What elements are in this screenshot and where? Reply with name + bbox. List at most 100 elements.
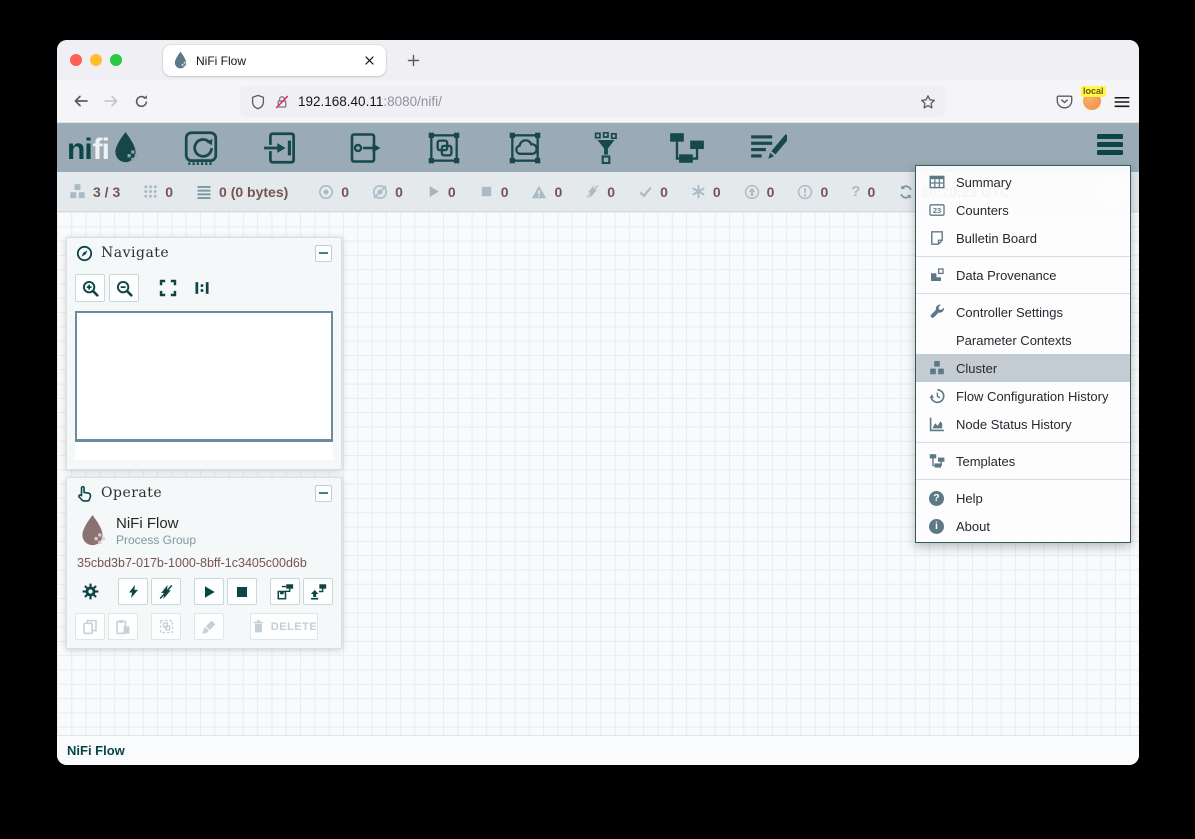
upload-template-button[interactable] (303, 578, 333, 605)
insecure-lock-icon[interactable] (274, 94, 290, 110)
menu-item-cluster[interactable]: Cluster (916, 354, 1130, 382)
template-component[interactable] (667, 130, 707, 166)
transmitting-status: 0 (318, 184, 349, 200)
plus-icon (406, 53, 421, 68)
save-template-button[interactable] (270, 578, 300, 605)
menu-label: Cluster (956, 361, 997, 376)
label-icon (749, 130, 787, 166)
active-threads-status: 0 (143, 184, 173, 200)
input-port-component[interactable] (262, 130, 302, 166)
component-id: 35cbd3b7-017b-1000-8bff-1c3405c00d6b (67, 548, 341, 570)
profile-avatar[interactable]: local (1083, 92, 1103, 112)
menu-divider (916, 442, 1130, 443)
birdseye-brush[interactable] (75, 442, 333, 460)
menu-item-counters[interactable]: Counters (916, 196, 1130, 224)
menu-item-help[interactable]: ? Help (916, 484, 1130, 512)
configure-button[interactable] (75, 578, 105, 605)
label-component[interactable] (748, 130, 788, 166)
menu-item-templates[interactable]: Templates (916, 447, 1130, 475)
breadcrumb-root[interactable]: NiFi Flow (67, 743, 125, 758)
stop-button[interactable] (227, 578, 257, 605)
menu-item-node-status-history[interactable]: Node Status History (916, 410, 1130, 438)
process-group-drop-icon (79, 514, 106, 548)
enable-button[interactable] (118, 578, 148, 605)
new-tab-button[interactable] (401, 48, 425, 72)
change-color-button[interactable] (194, 613, 224, 640)
connected-nodes-status: 3 / 3 (69, 183, 120, 200)
process-group-component[interactable] (424, 130, 464, 166)
sync-failure-status: ? 0 (851, 184, 875, 200)
funnel-component[interactable] (586, 130, 626, 166)
menu-item-flow-configuration-history[interactable]: Flow Configuration History (916, 382, 1130, 410)
operate-title: Operate (101, 485, 307, 501)
operate-header[interactable]: Operate (67, 478, 341, 508)
group-button[interactable] (151, 613, 181, 640)
navigate-header[interactable]: Navigate (67, 238, 341, 268)
up-to-date-count: 0 (660, 184, 668, 200)
disabled-bolt-slash-icon (585, 184, 600, 199)
reload-button[interactable] (126, 86, 156, 116)
zoom-in-button[interactable] (75, 274, 105, 302)
menu-item-bulletin-board[interactable]: Bulletin Board (916, 224, 1130, 252)
history-icon (929, 388, 945, 404)
not-transmitting-status: 0 (372, 184, 403, 200)
firefox-menu-icon[interactable] (1113, 93, 1131, 111)
navigate-palette: Navigate (66, 237, 342, 470)
menu-item-summary[interactable]: Summary (916, 168, 1130, 196)
copy-button[interactable] (75, 613, 105, 640)
chart-icon (929, 416, 945, 432)
forward-button[interactable] (96, 86, 126, 116)
bolt-icon (126, 584, 141, 599)
paste-button[interactable] (108, 613, 138, 640)
disable-button[interactable] (151, 578, 181, 605)
queued-list-icon (196, 184, 212, 200)
process-group-icon (425, 130, 463, 166)
tab-close-icon[interactable] (363, 54, 376, 67)
menu-label: Data Provenance (956, 268, 1056, 283)
zoom-out-button[interactable] (109, 274, 139, 302)
url-path: :8080/nifi/ (383, 94, 442, 109)
paste-icon (115, 619, 131, 635)
browser-tab[interactable]: NiFi Flow (163, 45, 386, 76)
refresh-icon[interactable] (898, 184, 914, 200)
minus-icon (319, 252, 328, 254)
minimize-window-button[interactable] (90, 54, 102, 66)
pocket-icon[interactable] (1056, 93, 1073, 110)
tracking-shield-icon[interactable] (250, 94, 266, 110)
remote-process-group-component[interactable] (505, 130, 545, 166)
start-button[interactable] (194, 578, 224, 605)
stopped-square-icon (479, 184, 494, 199)
start-play-icon (201, 584, 217, 600)
url-text[interactable]: 192.168.40.11:8080/nifi/ (298, 94, 912, 109)
global-menu-button[interactable] (1097, 134, 1123, 155)
menu-item-about[interactable]: i About (916, 512, 1130, 540)
back-button[interactable] (66, 86, 96, 116)
upload-template-icon (310, 583, 327, 600)
bulletin-icon (929, 230, 945, 246)
operate-collapse-button[interactable] (315, 485, 332, 502)
url-bar[interactable]: 192.168.40.11:8080/nifi/ (240, 86, 946, 117)
delete-button[interactable]: DELETE (250, 613, 318, 640)
logo-text-fi: fi (93, 135, 109, 165)
close-window-button[interactable] (70, 54, 82, 66)
menu-divider (916, 293, 1130, 294)
back-arrow-icon (73, 93, 89, 109)
bookmark-star-icon[interactable] (920, 94, 936, 110)
zoom-actual-size-button[interactable] (187, 274, 217, 302)
menu-item-controller-settings[interactable]: Controller Settings (916, 298, 1130, 326)
navigate-collapse-button[interactable] (315, 245, 332, 262)
trash-icon (251, 619, 266, 634)
menu-label: Flow Configuration History (956, 389, 1108, 404)
birdseye-view[interactable] (75, 311, 333, 442)
processor-component[interactable] (181, 130, 221, 166)
menu-item-parameter-contexts[interactable]: Parameter Contexts (916, 326, 1130, 354)
maximize-window-button[interactable] (110, 54, 122, 66)
operate-palette: Operate NiFi Flow Process Group 35cbd3b7… (66, 477, 342, 649)
locally-modified-stale-status: 0 (797, 184, 828, 200)
table-icon (929, 174, 945, 190)
menu-item-data-provenance[interactable]: Data Provenance (916, 261, 1130, 289)
menu-label: Counters (956, 203, 1009, 218)
output-port-component[interactable] (343, 130, 383, 166)
zoom-fit-button[interactable] (153, 274, 183, 302)
logo-text-ni: ni (67, 135, 92, 165)
